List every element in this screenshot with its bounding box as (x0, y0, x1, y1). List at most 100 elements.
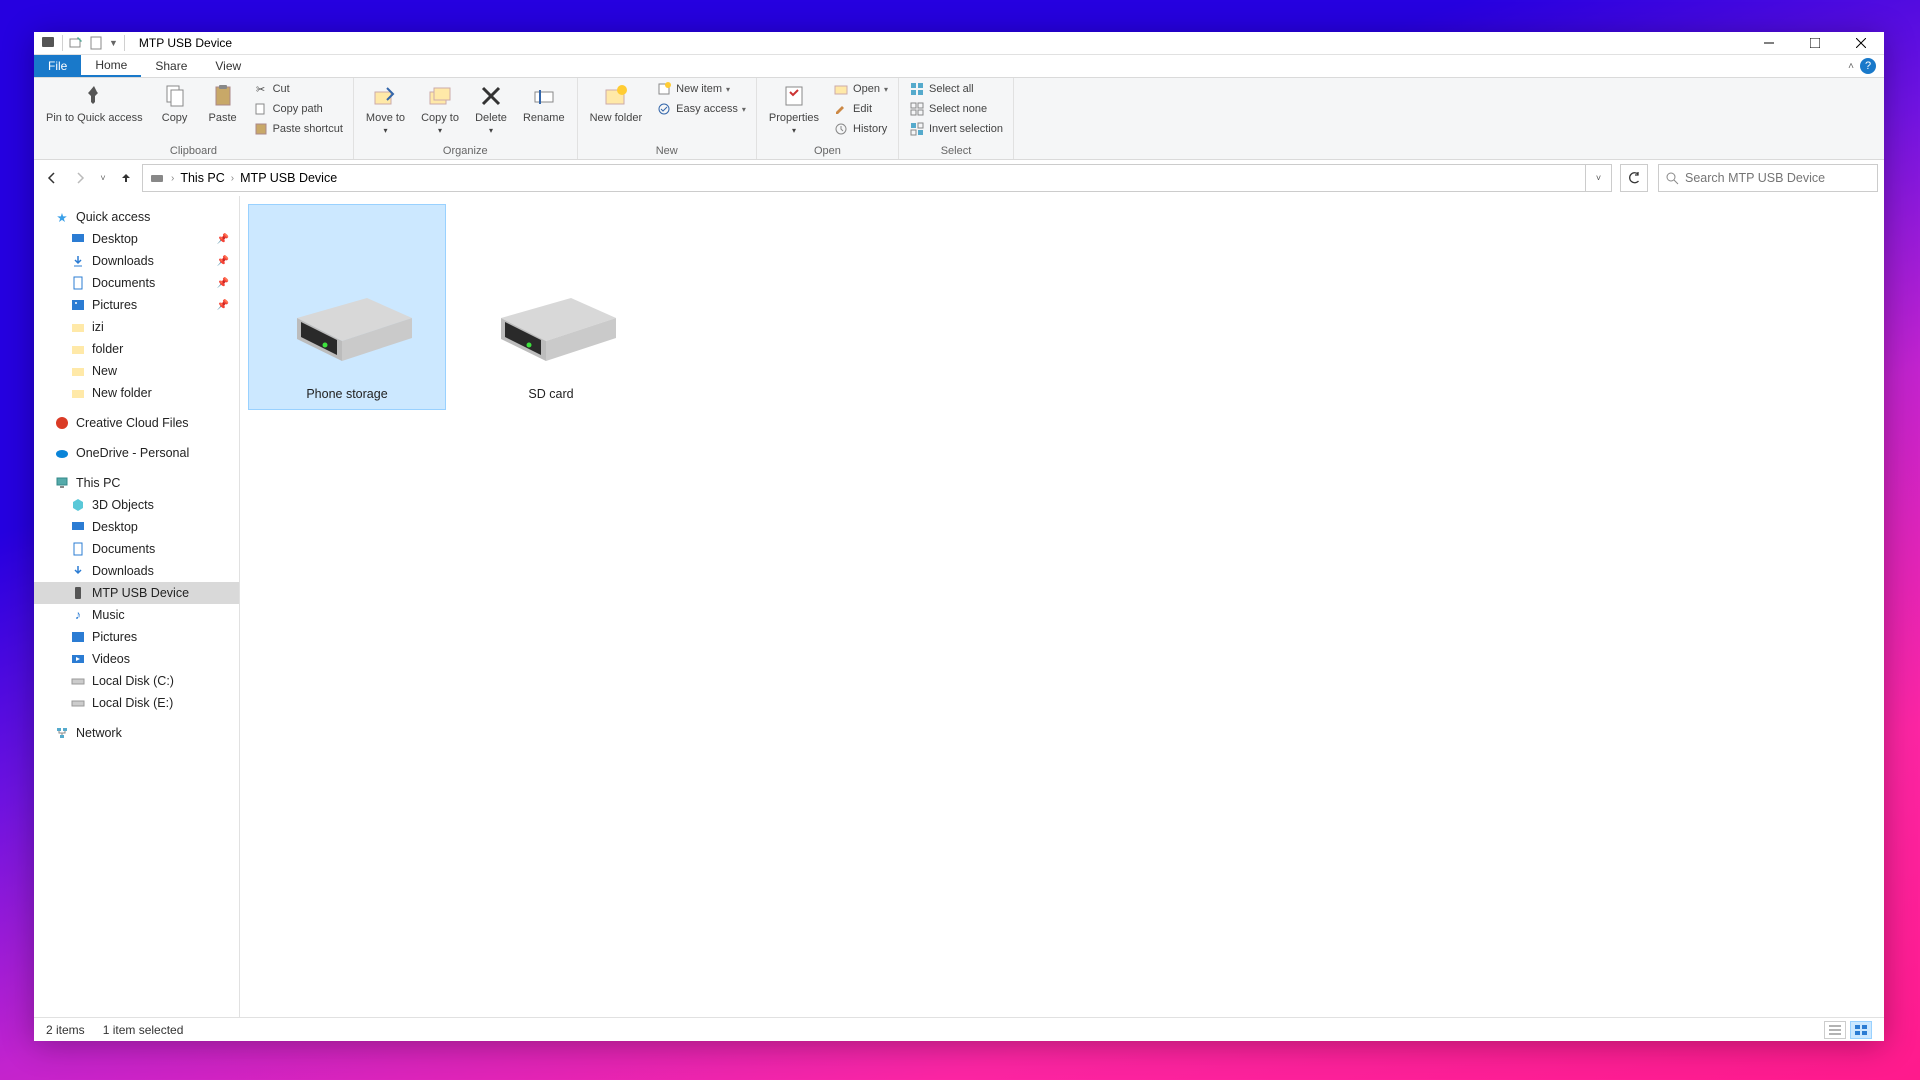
nav-up-button[interactable] (114, 166, 138, 190)
nav-recent-dropdown[interactable]: ˅ (96, 166, 110, 190)
pin-icon: 📌 (217, 278, 229, 289)
sidebar-this-pc[interactable]: This PC (34, 472, 239, 494)
address-history-dropdown[interactable]: ˅ (1586, 164, 1612, 192)
sidebar-creative-cloud[interactable]: Creative Cloud Files (34, 412, 239, 434)
sidebar-item-pictures[interactable]: Pictures📌 (34, 294, 239, 316)
easy-access-button[interactable]: Easy access▾ (652, 100, 750, 118)
invert-selection-button[interactable]: Invert selection (905, 120, 1007, 138)
properties-icon (780, 82, 808, 110)
nav-forward-button[interactable] (68, 166, 92, 190)
pin-to-quick-access-button[interactable]: Pin to Quick access (40, 80, 149, 126)
minimize-button[interactable] (1746, 32, 1792, 55)
sidebar-item-documents[interactable]: Documents📌 (34, 272, 239, 294)
search-box[interactable] (1658, 164, 1878, 192)
maximize-button[interactable] (1792, 32, 1838, 55)
drive-icon (471, 273, 631, 373)
view-details-button[interactable] (1824, 1021, 1846, 1039)
qat-dropdown-icon[interactable]: ▼ (109, 38, 118, 48)
new-folder-button[interactable]: New folder (584, 80, 649, 126)
sidebar-item-pc-pictures[interactable]: Pictures (34, 626, 239, 648)
open-button[interactable]: Open▾ (829, 80, 892, 98)
tab-view[interactable]: View (201, 55, 255, 77)
sidebar-item-3d-objects[interactable]: 3D Objects (34, 494, 239, 516)
navigation-pane[interactable]: ★Quick access Desktop📌 Downloads📌 Docume… (34, 196, 240, 1017)
sidebar-item-desktop[interactable]: Desktop📌 (34, 228, 239, 250)
titlebar: ▼ MTP USB Device (34, 32, 1884, 55)
chevron-right-icon[interactable]: › (171, 173, 174, 184)
network-icon (54, 725, 70, 741)
sidebar-item-music[interactable]: ♪Music (34, 604, 239, 626)
sidebar-item-new[interactable]: New (34, 360, 239, 382)
desktop-icon (70, 519, 86, 535)
select-all-button[interactable]: Select all (905, 80, 1007, 98)
sidebar-item-disk-c[interactable]: Local Disk (C:) (34, 670, 239, 692)
sidebar-item-videos[interactable]: Videos (34, 648, 239, 670)
group-label-organize: Organize (360, 143, 571, 159)
tab-home[interactable]: Home (81, 55, 141, 77)
tab-share[interactable]: Share (141, 55, 201, 77)
new-item-button[interactable]: New item▾ (652, 80, 750, 98)
sidebar-item-folder[interactable]: folder (34, 338, 239, 360)
tab-file[interactable]: File (34, 55, 81, 77)
select-none-button[interactable]: Select none (905, 100, 1007, 118)
history-button[interactable]: History (829, 120, 892, 138)
move-to-button[interactable]: Move to▾ (360, 80, 411, 137)
sidebar-item-mtp-usb[interactable]: MTP USB Device (34, 582, 239, 604)
search-input[interactable] (1685, 171, 1871, 185)
copy-to-button[interactable]: Copy to▾ (415, 80, 465, 137)
copy-button[interactable]: Copy (153, 80, 197, 126)
drive-icon (149, 170, 165, 186)
item-sd-card[interactable]: SD card (452, 204, 650, 410)
sidebar-item-disk-e[interactable]: Local Disk (E:) (34, 692, 239, 714)
pc-icon (54, 475, 70, 491)
pin-label: Pin to Quick access (46, 112, 143, 124)
status-selected-count: 1 item selected (103, 1023, 184, 1037)
sidebar-item-izi[interactable]: izi (34, 316, 239, 338)
paste-button[interactable]: Paste (201, 80, 245, 126)
minimize-ribbon-icon[interactable]: ˄ (1848, 61, 1854, 72)
sidebar-item-pc-documents[interactable]: Documents (34, 538, 239, 560)
explorer-window: ▼ MTP USB Device File Home Share View ˄ … (34, 32, 1884, 1041)
status-bar: 2 items 1 item selected (34, 1017, 1884, 1041)
delete-button[interactable]: Delete▾ (469, 80, 513, 137)
sidebar-onedrive[interactable]: OneDrive - Personal (34, 442, 239, 464)
group-label-clipboard: Clipboard (40, 143, 347, 159)
rename-button[interactable]: Rename (517, 80, 571, 126)
history-icon (833, 121, 849, 137)
sidebar-item-pc-downloads[interactable]: Downloads (34, 560, 239, 582)
copy-path-button[interactable]: Copy path (249, 100, 347, 118)
sidebar-network[interactable]: Network (34, 722, 239, 744)
invert-selection-icon (909, 121, 925, 137)
item-phone-storage[interactable]: Phone storage (248, 204, 446, 410)
desktop-icon (70, 231, 86, 247)
qat-properties-icon[interactable] (89, 36, 103, 50)
sidebar-item-downloads[interactable]: Downloads📌 (34, 250, 239, 272)
nav-back-button[interactable] (40, 166, 64, 190)
edit-button[interactable]: Edit (829, 100, 892, 118)
folder-icon (70, 319, 86, 335)
qat-new-folder-icon[interactable] (69, 36, 83, 50)
cut-button[interactable]: ✂Cut (249, 80, 347, 98)
properties-button[interactable]: Properties▾ (763, 80, 825, 137)
delete-icon (477, 82, 505, 110)
refresh-button[interactable] (1620, 164, 1648, 192)
paste-shortcut-button[interactable]: Paste shortcut (249, 120, 347, 138)
downloads-icon (70, 563, 86, 579)
sidebar-item-new-folder[interactable]: New folder (34, 382, 239, 404)
help-icon[interactable]: ? (1860, 58, 1876, 74)
sidebar-quick-access[interactable]: ★Quick access (34, 206, 239, 228)
address-bar: ˅ › This PC › MTP USB Device ˅ (34, 160, 1884, 196)
sidebar-item-pc-desktop[interactable]: Desktop (34, 516, 239, 538)
onedrive-icon (54, 445, 70, 461)
view-large-icons-button[interactable] (1850, 1021, 1872, 1039)
chevron-right-icon[interactable]: › (231, 173, 234, 184)
disk-icon (70, 673, 86, 689)
pin-icon: 📌 (217, 256, 229, 267)
crumb-current[interactable]: MTP USB Device (240, 171, 337, 185)
content-pane[interactable]: Phone storage SD card (240, 196, 1884, 1017)
close-button[interactable] (1838, 32, 1884, 55)
crumb-this-pc[interactable]: This PC (180, 171, 224, 185)
drive-icon (267, 273, 427, 373)
folder-icon (70, 363, 86, 379)
breadcrumb-bar[interactable]: › This PC › MTP USB Device (142, 164, 1586, 192)
